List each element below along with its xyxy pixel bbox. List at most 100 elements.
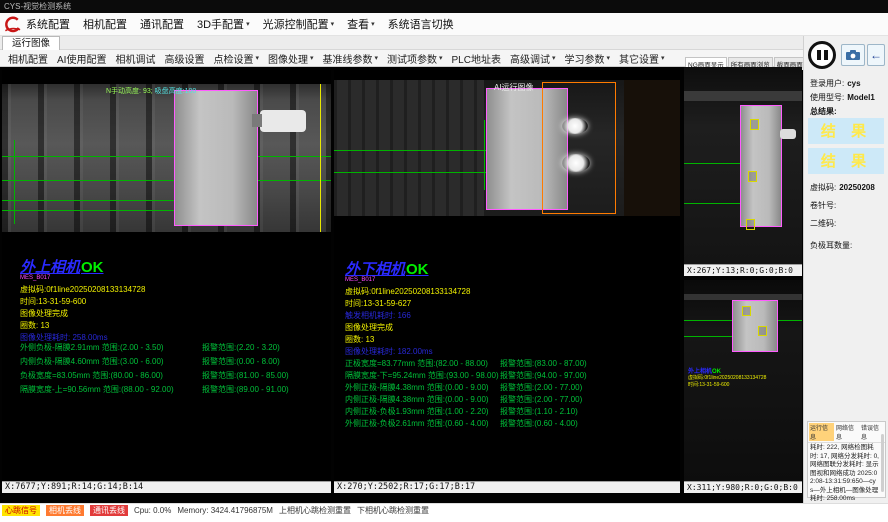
app-logo-icon — [3, 15, 22, 34]
pause-icon — [824, 50, 828, 60]
preview-image-bottom[interactable]: 外上相机OK 虚拟码:0f1line20250208133134728 时间:1… — [684, 280, 802, 481]
roi-box-overlay — [742, 306, 751, 316]
cell-outline-overlay — [740, 105, 782, 227]
mini-time-text: 时间:13-31-59-600 — [688, 381, 729, 388]
tab-run-info[interactable]: 运行信息 — [809, 423, 834, 441]
tb-image-processing[interactable]: 图像处理▾ — [268, 51, 314, 66]
menu-bar: 系统配置 相机配置 通讯配置 3D手配置▾ 光源控制配置▾ 查看▾ 系统语言切换 — [0, 13, 888, 36]
camera-image-upper[interactable]: N手动高度: 93; 吸盘高度:100 — [2, 84, 331, 232]
tab-strip: 运行图像 — [0, 36, 888, 50]
preview-view-top[interactable]: X:267;Y:13;R:0;G:0;B:0 — [684, 67, 802, 276]
barcode-text: 虚拟码:0f1line20250208133134728 — [20, 284, 145, 295]
alarm-range-text: 报警范围:(89.00 - 91.00) — [202, 384, 289, 395]
alarm-range-text: 报警范围:(2.20 - 3.20) — [202, 342, 280, 353]
alarm-range-text: 报警范围:(81.00 - 85.00) — [202, 370, 289, 381]
title-bar[interactable]: CYS-视觉检测系统 — [0, 0, 888, 13]
measure-line-overlay — [14, 140, 15, 224]
menu-item-system-config[interactable]: 系统配置 — [26, 16, 70, 32]
machine-texture — [334, 80, 484, 216]
bright-spot — [562, 118, 588, 134]
roi-box-overlay — [758, 326, 767, 336]
model-value: Model1 — [847, 93, 875, 102]
gripper-arm — [260, 110, 306, 132]
camera-view-lower[interactable]: AI运行图像 外下相机OK MES_B017 虚拟码:0f1line202502… — [334, 70, 680, 493]
tb-other-settings[interactable]: 其它设置▾ — [619, 51, 665, 66]
measurement-text: 隔膜宽度-上=90.56mm 范围:(88.00 - 92.00) — [20, 384, 174, 395]
chevron-down-icon: ▾ — [661, 54, 665, 62]
menu-item-comm-config[interactable]: 通讯配置 — [140, 16, 184, 32]
heartbeat-status-badge: 心跳信号 — [2, 505, 40, 516]
tb-baseline-params[interactable]: 基准线参数▾ — [322, 51, 378, 66]
chevron-down-icon: ▾ — [331, 20, 335, 28]
menu-item-view[interactable]: 查看▾ — [347, 16, 375, 32]
barcode-text: 虚拟码:0f1line20250208133134728 — [345, 286, 470, 297]
elapsed-text: 图像处理耗时: 182.00ms — [345, 346, 433, 357]
back-arrow-icon: ← — [870, 48, 882, 62]
tab-run-image[interactable]: 运行图像 — [2, 36, 60, 50]
dark-zone — [624, 80, 680, 216]
roi-box-overlay — [746, 219, 755, 230]
back-arrow-button[interactable]: ← — [867, 44, 885, 66]
model-row: 使用型号:Model1 — [810, 92, 875, 103]
roi-box-overlay — [750, 119, 759, 130]
tb-camera-config[interactable]: 相机配置 — [8, 51, 48, 66]
tb-learning-params[interactable]: 学习参数▾ — [564, 51, 610, 66]
lower-camera-heartbeat-reset[interactable]: 下相机心跳检测重置 — [357, 505, 429, 516]
status-bar: 心跳信号 相机丢线 通讯丢线 Cpu: 0.0% Memory: 3424.41… — [0, 503, 888, 516]
menu-item-light-control-config[interactable]: 光源控制配置▾ — [263, 16, 335, 32]
cursor-coordinates: X:311;Y:980;R:0;G:0;B:0 — [684, 481, 802, 493]
measurement-text: 外侧正极-隔膜4.38mm 范围:(0.00 - 9.00) — [345, 382, 489, 393]
camera-image-lower[interactable]: AI运行图像 — [334, 80, 680, 216]
comm-offline-badge: 通讯丢线 — [90, 505, 128, 516]
alarm-range-text: 报警范围:(0.60 - 4.00) — [500, 418, 578, 429]
stats-log-box[interactable]: 运行信息 网络信息 错误信息 耗时: 222, 网络检图耗时: 17, 网络分发… — [807, 421, 886, 498]
measure-line-overlay — [2, 156, 331, 157]
cursor-coordinates: X:267;Y:13;R:0;G:0;B:0 — [684, 264, 802, 276]
window-title: CYS-视觉检测系统 — [4, 2, 71, 11]
measurement-text: 外侧正极-负极2.61mm 范围:(0.60 - 4.00) — [345, 418, 489, 429]
preview-view-bottom[interactable]: 外上相机OK 虚拟码:0f1line20250208133134728 时间:1… — [684, 280, 802, 493]
preview-image-top[interactable] — [684, 67, 802, 264]
tb-test-item-params[interactable]: 测试项参数▾ — [387, 51, 443, 66]
menu-item-camera-config[interactable]: 相机配置 — [83, 16, 127, 32]
cpu-usage-text: Cpu: 0.0% — [134, 506, 171, 515]
menu-item-3d-hand-config[interactable]: 3D手配置▾ — [197, 16, 250, 32]
trigger-elapsed-text: 触发相机耗时: 166 — [345, 310, 411, 321]
stats-scrollbar[interactable] — [881, 434, 884, 492]
login-user-value: cys — [847, 79, 860, 88]
time-text: 时间:13-31-59-600 — [20, 296, 86, 307]
total-result-label: 总结果: — [810, 106, 837, 117]
menu-item-language-switch[interactable]: 系统语言切换 — [388, 16, 454, 32]
login-user-row: 登录用户:cys — [810, 78, 861, 89]
measure-line-overlay — [2, 180, 331, 181]
result-indicator-lower: 结 果 — [808, 148, 884, 174]
pause-button[interactable] — [808, 41, 836, 69]
measurement-text: 正极宽度=83.77mm 范围:(82.00 - 88.00) — [345, 358, 488, 369]
camera-view-upper[interactable]: N手动高度: 93; 吸盘高度:100 外上相机OK MES_B017 虚拟码:… — [2, 70, 331, 493]
tb-camera-debug[interactable]: 相机调试 — [115, 51, 155, 66]
tab-network-info[interactable]: 网络信息 — [836, 423, 859, 441]
tb-ai-usage-config[interactable]: AI使用配置 — [57, 51, 106, 66]
tb-advanced-debug[interactable]: 高级调试▾ — [510, 51, 556, 66]
measurement-text: 外侧负极-隔膜2.91mm 范围:(2.00 - 3.50) — [20, 342, 164, 353]
tb-plc-address-table[interactable]: PLC地址表 — [452, 51, 501, 66]
alarm-range-text: 报警范围:(2.00 - 77.00) — [500, 394, 582, 405]
memory-usage-text: Memory: 3424.41796875M — [177, 506, 273, 515]
ai-image-label: AI运行图像 — [494, 82, 534, 93]
control-panel: ← 登录用户:cys 使用型号:Model1 总结果: 结 果 结 果 虚拟码:… — [803, 36, 888, 503]
upper-camera-heartbeat-reset[interactable]: 上相机心跳检测重置 — [279, 505, 351, 516]
stats-tab-strip: 运行信息 网络信息 错误信息 — [808, 422, 885, 443]
boundary-line-overlay — [320, 84, 321, 232]
measurement-text: 隔膜宽度-下=95.24mm 范围:(93.00 - 98.00) — [345, 370, 499, 381]
measurement-text: 内侧正极-隔膜4.38mm 范围:(0.00 - 9.00) — [345, 394, 489, 405]
camera-snapshot-button[interactable] — [841, 44, 865, 66]
chevron-down-icon: ▾ — [246, 20, 250, 28]
tb-spot-check-settings[interactable]: 点检设置▾ — [213, 51, 259, 66]
cursor-coordinates: X:270;Y:2502;R:17;G:17;B:17 — [334, 481, 680, 493]
pin-number-row: 卷针号: — [810, 200, 839, 211]
tb-advanced-settings[interactable]: 高级设置 — [164, 51, 204, 66]
cell-outline-overlay — [732, 300, 778, 352]
gripper-arm-base — [252, 114, 262, 127]
measure-line-overlay — [484, 120, 485, 190]
chevron-down-icon: ▾ — [371, 20, 375, 28]
